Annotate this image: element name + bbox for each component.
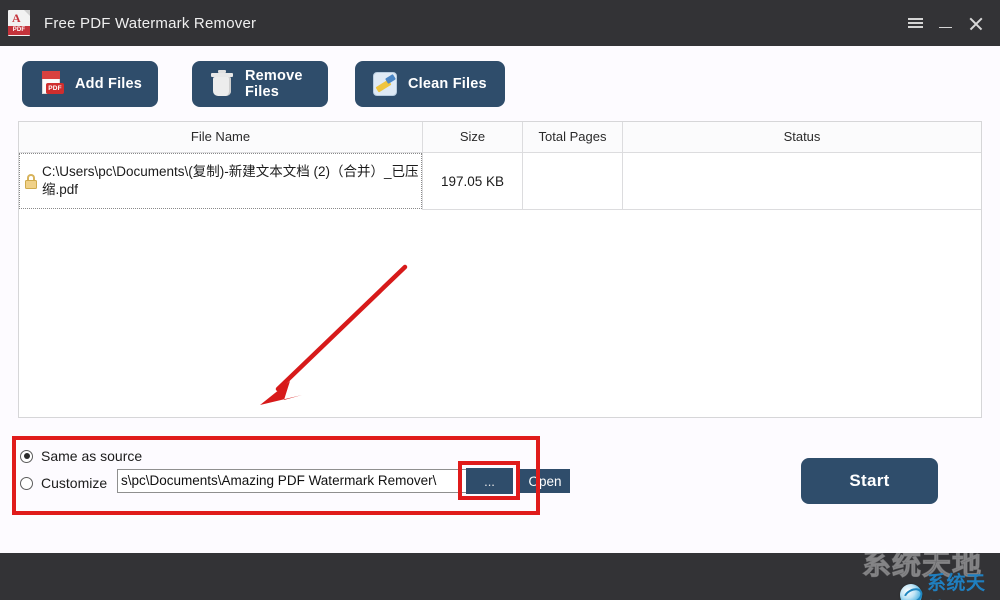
cell-status [622, 153, 981, 209]
app-pdf-icon: A PDF [8, 10, 30, 36]
start-button[interactable]: Start [801, 458, 938, 504]
table-row[interactable]: C:\Users\pc\Documents\(复制)-新建文本文档 (2)（合并… [19, 153, 981, 210]
close-x-shape [968, 16, 983, 31]
row-divider [422, 209, 981, 210]
toolbar: PDF Add Files Remove Files Clean Files [0, 46, 1000, 120]
app-window: A PDF Free PDF Watermark Remover PDF Add… [0, 0, 1000, 600]
pdf-label-icon: PDF [8, 26, 30, 35]
menu-hamburger-icon[interactable] [900, 8, 930, 38]
radio-customize-indicator[interactable] [20, 476, 33, 490]
browse-button[interactable]: ... [466, 468, 513, 494]
brush-clean-icon [371, 70, 399, 98]
file-name-text: C:\Users\pc\Documents\(复制)-新建文本文档 (2)（合并… [42, 164, 419, 197]
window-controls [900, 0, 990, 46]
minimize-line [938, 26, 952, 29]
open-folder-button[interactable]: Open [520, 469, 570, 493]
pdf-glyph: A [12, 11, 21, 25]
file-list-panel: File Name Size Total Pages Status C:\Use… [18, 121, 982, 418]
trash-can-icon [208, 70, 236, 98]
add-files-label: Add Files [75, 76, 143, 92]
clean-files-button[interactable]: Clean Files [355, 61, 505, 107]
remove-files-button[interactable]: Remove Files [192, 61, 328, 107]
radio-customize-label: Customize [41, 475, 108, 491]
remove-files-label: Remove Files [245, 68, 303, 100]
column-header-file-name[interactable]: File Name [19, 122, 422, 152]
column-header-size[interactable]: Size [422, 122, 522, 152]
file-table-header: File Name Size Total Pages Status [19, 122, 981, 153]
clean-files-label: Clean Files [408, 76, 487, 92]
footer-bar [0, 553, 1000, 600]
radio-same-as-source[interactable]: Same as source [20, 446, 142, 466]
add-files-button[interactable]: PDF Add Files [22, 61, 158, 107]
radio-same-as-source-indicator[interactable] [20, 449, 33, 463]
minimize-icon[interactable] [930, 8, 960, 38]
radio-customize[interactable]: Customize [20, 473, 107, 493]
output-path-input[interactable]: s\pc\Documents\Amazing PDF Watermark Rem… [117, 469, 472, 493]
title-bar: A PDF Free PDF Watermark Remover [0, 0, 1000, 46]
close-icon[interactable] [960, 8, 990, 38]
hamburger-lines [907, 15, 923, 30]
column-header-total-pages[interactable]: Total Pages [522, 122, 622, 152]
window-title: Free PDF Watermark Remover [44, 14, 257, 32]
padlock-icon [24, 173, 38, 189]
pdf-add-document-icon: PDF [38, 70, 66, 98]
cell-total-pages [522, 153, 622, 209]
radio-same-as-source-label: Same as source [41, 448, 143, 464]
cell-file-name[interactable]: C:\Users\pc\Documents\(复制)-新建文本文档 (2)（合并… [19, 153, 422, 209]
column-header-status[interactable]: Status [622, 122, 981, 152]
cell-size: 197.05 KB [422, 153, 522, 209]
